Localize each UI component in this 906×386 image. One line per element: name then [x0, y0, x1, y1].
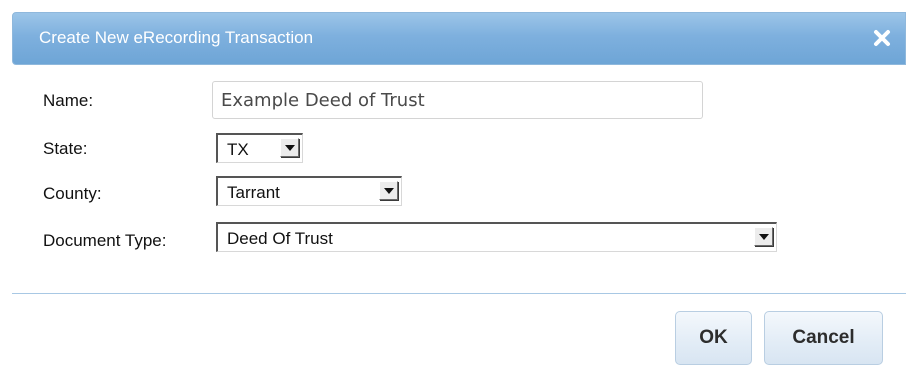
state-selected-value: TX [227, 140, 249, 159]
document-type-label: Document Type: [43, 231, 167, 250]
footer-divider [12, 293, 906, 294]
chevron-down-icon[interactable] [379, 181, 398, 200]
name-label: Name: [43, 91, 94, 110]
county-label: County: [43, 184, 102, 203]
ok-button[interactable]: OK [675, 311, 752, 365]
county-selected-value: Tarrant [227, 183, 280, 202]
name-input[interactable] [212, 81, 703, 119]
erecording-dialog: Create New eRecording Transaction Name: … [0, 0, 906, 386]
cancel-button[interactable]: Cancel [764, 311, 883, 365]
document-type-selected-value: Deed Of Trust [227, 229, 333, 248]
state-select[interactable]: TX [216, 133, 303, 163]
state-label: State: [43, 139, 88, 158]
dialog-titlebar[interactable]: Create New eRecording Transaction [12, 12, 906, 65]
county-select[interactable]: Tarrant [216, 176, 402, 206]
close-x-icon[interactable] [871, 27, 893, 49]
chevron-down-icon[interactable] [754, 227, 773, 246]
chevron-down-icon[interactable] [280, 138, 299, 157]
document-type-select[interactable]: Deed Of Trust [216, 222, 777, 252]
dialog-title: Create New eRecording Transaction [39, 28, 314, 47]
